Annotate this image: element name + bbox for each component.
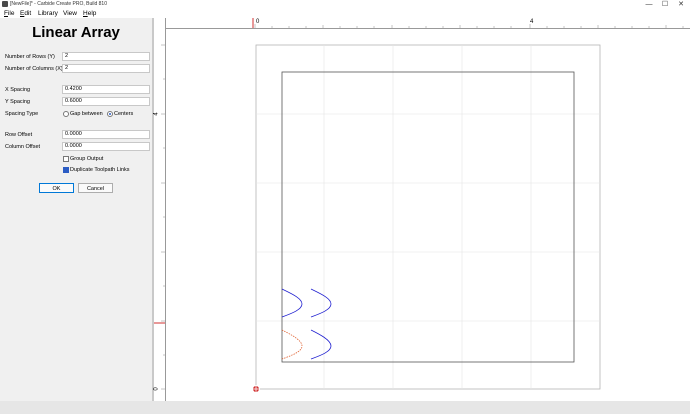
window-title: [NewFile]* - Carbide Create PRO, Build 8… (10, 1, 107, 7)
menu-library-label: Library (38, 10, 58, 17)
maximize-button[interactable]: ☐ (658, 0, 672, 9)
spacing-type-label: Spacing Type (5, 111, 39, 117)
panel-title: Linear Array (32, 24, 120, 41)
duplicate-toolpath-links-label: Duplicate Toolpath Links (70, 167, 130, 173)
v-ruler-label-0: 0 (153, 387, 160, 391)
rows-label: Number of Rows (Y) (5, 54, 55, 60)
app-icon (2, 1, 8, 7)
minimize-button[interactable]: — (642, 0, 656, 9)
duplicate-toolpath-links-checkbox[interactable] (63, 167, 69, 173)
menu-library[interactable]: Library (38, 9, 58, 18)
vertical-ruler (154, 18, 166, 401)
centers-label: Centers (114, 111, 134, 117)
menu-edit[interactable]: Edit (20, 9, 31, 18)
horizontal-ruler (165, 18, 690, 29)
menu-view[interactable]: View (63, 9, 77, 18)
row-offset-label: Row Offset (5, 132, 33, 138)
y-spacing-label: Y Spacing (5, 99, 30, 105)
menu-view-label: View (63, 10, 77, 17)
gap-between-radio[interactable] (63, 111, 69, 117)
group-output-checkbox[interactable] (63, 156, 69, 162)
x-spacing-input[interactable]: 0.4200 (62, 85, 150, 94)
menu-bar: File Edit Library View Help (0, 9, 690, 18)
design-canvas[interactable] (154, 18, 690, 401)
status-bar (0, 401, 690, 414)
column-offset-label: Column Offset (5, 144, 41, 150)
menu-file-label: ile (7, 10, 15, 17)
h-ruler-label-0: 0 (256, 19, 260, 25)
columns-label: Number of Columns (X) (5, 66, 63, 72)
cancel-button[interactable]: Cancel (78, 183, 113, 193)
column-offset-input[interactable]: 0.0000 (62, 142, 150, 151)
linear-array-panel: Linear Array Number of Rows (Y) 2 Number… (0, 18, 152, 401)
menu-help[interactable]: Help (83, 9, 96, 18)
menu-edit-label: dit (24, 10, 32, 17)
y-spacing-input[interactable]: 0.6000 (62, 97, 150, 106)
columns-input[interactable]: 2 (62, 64, 150, 73)
rows-input[interactable]: 2 (62, 52, 150, 61)
group-output-label: Group Output (70, 156, 104, 162)
menu-file[interactable]: File (4, 9, 15, 18)
h-ruler-label-4: 4 (530, 19, 534, 25)
gap-between-label: Gap between (70, 111, 103, 117)
close-button[interactable]: ✕ (674, 0, 688, 9)
x-spacing-label: X Spacing (5, 87, 31, 93)
title-bar: [NewFile]* - Carbide Create PRO, Build 8… (0, 0, 690, 9)
v-ruler-label-4: 4 (153, 112, 160, 116)
ok-button[interactable]: OK (39, 183, 74, 193)
centers-radio[interactable] (107, 111, 113, 117)
menu-help-label: elp (87, 10, 97, 17)
row-offset-input[interactable]: 0.0000 (62, 130, 150, 139)
